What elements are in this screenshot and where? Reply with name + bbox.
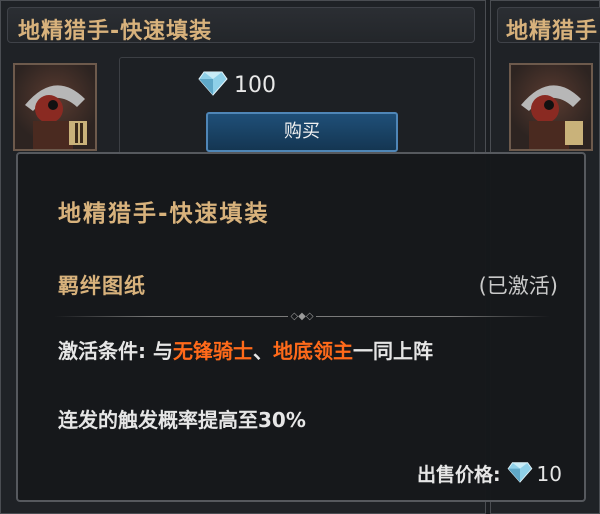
card-title-bar-right: 地精猎手	[497, 7, 600, 43]
divider-ornament-icon: ◇◆◇	[288, 312, 316, 322]
card-title: 地精猎手-快速填装	[18, 19, 213, 44]
sell-price-value: 10	[536, 461, 562, 486]
sell-price-row: 出售价格: 10	[417, 460, 562, 487]
item-tooltip: 地精猎手-快速填装 羁绊图纸 (已激活) ◇◆◇ 激活条件: 与无锋骑士、地底领…	[16, 152, 586, 502]
price-value: 100	[234, 72, 276, 98]
goblin-hunter-icon	[521, 85, 583, 149]
tooltip-subtitle: 羁绊图纸	[58, 274, 146, 298]
goblin-hunter-portrait-right[interactable]	[509, 63, 593, 151]
activation-condition: 激活条件: 与无锋骑士、地底领主一同上阵	[58, 334, 558, 368]
goblin-hunter-icon	[25, 85, 87, 149]
sell-price-label: 出售价格:	[416, 464, 501, 486]
diamond-gem-icon	[507, 461, 533, 487]
card-title-right: 地精猎手	[506, 19, 599, 43]
buy-button[interactable]: 购买	[206, 112, 398, 152]
condition-separator: 、	[252, 339, 273, 363]
effect-description: 连发的触发概率提高至30%	[58, 408, 306, 432]
goblin-hunter-portrait[interactable]	[13, 63, 97, 151]
tooltip-title: 地精猎手-快速填装	[58, 201, 270, 227]
tooltip-divider: ◇◆◇	[54, 312, 550, 322]
condition-prefix: 激活条件: 与	[58, 339, 173, 363]
condition-suffix: 一同上阵	[352, 339, 433, 363]
hero-name-2: 地底领主	[272, 339, 353, 363]
shop-purchase-box: 100 购买	[119, 57, 475, 157]
tooltip-status: (已激活)	[478, 274, 558, 298]
hero-name-1: 无锋骑士	[172, 339, 253, 363]
price-row: 100	[198, 70, 276, 100]
card-title-bar: 地精猎手-快速填装	[7, 7, 475, 44]
diamond-gem-icon	[198, 70, 228, 100]
